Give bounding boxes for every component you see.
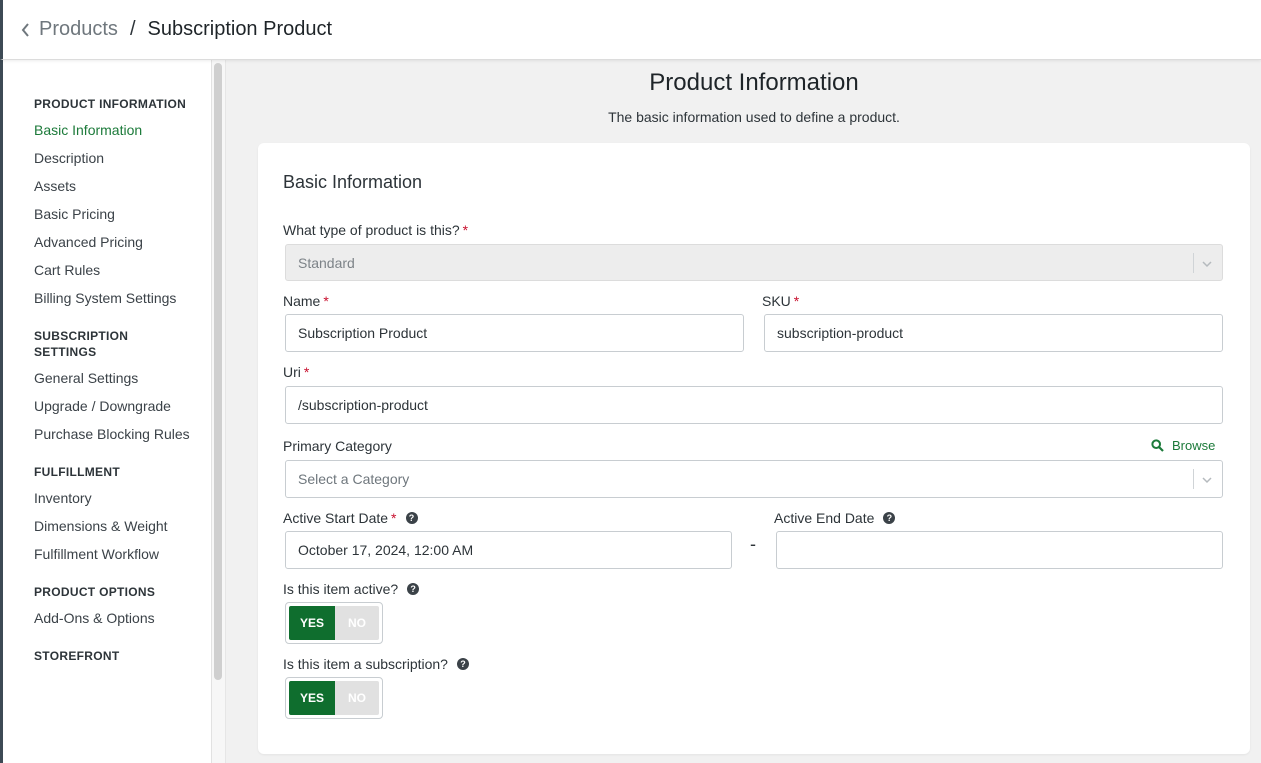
sku-input[interactable]: subscription-product xyxy=(764,314,1223,352)
active-end-date-input[interactable] xyxy=(776,531,1223,569)
nav-group: SUBSCRIPTION SETTINGS General Settings Upg… xyxy=(34,328,193,448)
primary-category-select[interactable]: Select a Category xyxy=(285,460,1223,498)
sidebar-item-advanced-pricing[interactable]: Advanced Pricing xyxy=(34,228,193,256)
chevron-down-icon[interactable] xyxy=(1201,474,1213,486)
active-end-date-label: Active End Date ? xyxy=(774,510,896,526)
nav-section-title: PRODUCT INFORMATION xyxy=(34,97,187,111)
required-mark: * xyxy=(793,293,800,309)
page-title: Product Information xyxy=(649,69,859,96)
is-subscription-toggle[interactable]: YES NO xyxy=(285,677,383,719)
sidebar-item-cart-rules[interactable]: Cart Rules xyxy=(34,256,193,284)
toggle-yes[interactable]: YES xyxy=(289,681,335,715)
name-label: Name * xyxy=(283,293,329,309)
help-icon[interactable]: ? xyxy=(456,658,469,670)
is-active-toggle[interactable]: YES NO xyxy=(285,602,383,644)
basic-information-card: Basic Information What type of product i… xyxy=(258,143,1250,754)
required-mark: * xyxy=(462,222,469,238)
sidebar-item-upgrade-downgrade[interactable]: Upgrade / Downgrade xyxy=(34,392,193,420)
sidebar-item-basic-information[interactable]: Basic Information xyxy=(34,116,193,144)
product-type-select: Standard xyxy=(285,244,1223,281)
name-input[interactable]: Subscription Product xyxy=(285,314,744,352)
sidebar-scrollbar-thumb[interactable] xyxy=(214,63,222,680)
select-divider xyxy=(1193,253,1194,273)
sidebar-item-fulfillment-workflow[interactable]: Fulfillment Workflow xyxy=(34,540,193,568)
date-range-separator: - xyxy=(750,534,756,554)
chevron-down-icon xyxy=(1202,261,1212,268)
sidebar-item-purchase-blocking-rules[interactable]: Purchase Blocking Rules xyxy=(34,420,193,448)
nav-group: PRODUCT INFORMATION Basic Information Desc… xyxy=(34,96,193,312)
nav-group: PRODUCT OPTIONS Add-Ons & Options xyxy=(34,584,193,632)
breadcrumb-products-link[interactable]: Products xyxy=(39,18,118,41)
nav-group: STOREFRONT xyxy=(34,648,193,664)
help-icon[interactable]: ? xyxy=(405,512,418,524)
top-header: Products / Subscription Product xyxy=(0,0,1261,60)
sidebar-nav: PRODUCT INFORMATION Basic Information Desc… xyxy=(0,60,212,763)
nav-section-title: PRODUCT OPTIONS xyxy=(34,585,156,599)
active-start-date-input[interactable]: October 17, 2024, 12:00 AM xyxy=(285,531,732,569)
product-type-value: Standard xyxy=(298,254,355,271)
nav-section-title: SUBSCRIPTION SETTINGS xyxy=(34,329,129,359)
active-start-date-label: Active Start Date * ? xyxy=(283,510,418,526)
required-mark: * xyxy=(303,364,310,380)
breadcrumb-current: Subscription Product xyxy=(147,18,333,40)
sidebar-item-dimensions-weight[interactable]: Dimensions & Weight xyxy=(34,512,193,540)
sidebar-item-assets[interactable]: Assets xyxy=(34,172,193,200)
help-icon[interactable]: ? xyxy=(407,583,420,595)
sidebar-item-inventory[interactable]: Inventory xyxy=(34,484,193,512)
required-mark: * xyxy=(323,293,329,309)
uri-input[interactable]: /subscription-product xyxy=(285,386,1223,424)
browse-category-button[interactable]: Browse xyxy=(1151,438,1215,453)
required-mark: * xyxy=(391,510,397,526)
category-placeholder: Select a Category xyxy=(298,471,410,487)
help-icon[interactable]: ? xyxy=(883,512,896,524)
nav-section-title: FULFILLMENT xyxy=(34,465,120,479)
toggle-yes[interactable]: YES xyxy=(289,606,335,640)
sidebar-item-billing-system-settings[interactable]: Billing System Settings xyxy=(34,284,193,312)
page-subtitle: The basic information used to define a p… xyxy=(608,109,900,125)
nav-section-title: STOREFRONT xyxy=(34,649,120,663)
sidebar-item-basic-pricing[interactable]: Basic Pricing xyxy=(34,200,193,228)
breadcrumb-separator: / xyxy=(129,18,136,40)
sidebar-item-description[interactable]: Description xyxy=(34,144,193,172)
product-type-label: What type of product is this? * xyxy=(283,222,469,238)
toggle-no[interactable]: NO xyxy=(334,606,379,640)
sidebar-item-add-ons-options[interactable]: Add-Ons & Options xyxy=(34,604,193,632)
nav-group: FULFILLMENT Inventory Dimensions & Weight F… xyxy=(34,464,193,568)
select-divider xyxy=(1193,469,1194,489)
chevron-left-icon[interactable] xyxy=(21,22,33,37)
search-icon xyxy=(1151,439,1164,452)
is-active-label: Is this item active? ? xyxy=(283,581,420,597)
primary-category-label: Primary Category xyxy=(283,438,392,454)
main-content: Product Information The basic informatio… xyxy=(226,60,1261,763)
card-title: Basic Information xyxy=(283,172,423,192)
uri-label: Uri * xyxy=(283,364,310,380)
sku-label: SKU * xyxy=(762,293,800,309)
toggle-no[interactable]: NO xyxy=(334,681,379,715)
is-subscription-label: Is this item a subscription? ? xyxy=(283,656,469,672)
sidebar-item-general-settings[interactable]: General Settings xyxy=(34,364,193,392)
